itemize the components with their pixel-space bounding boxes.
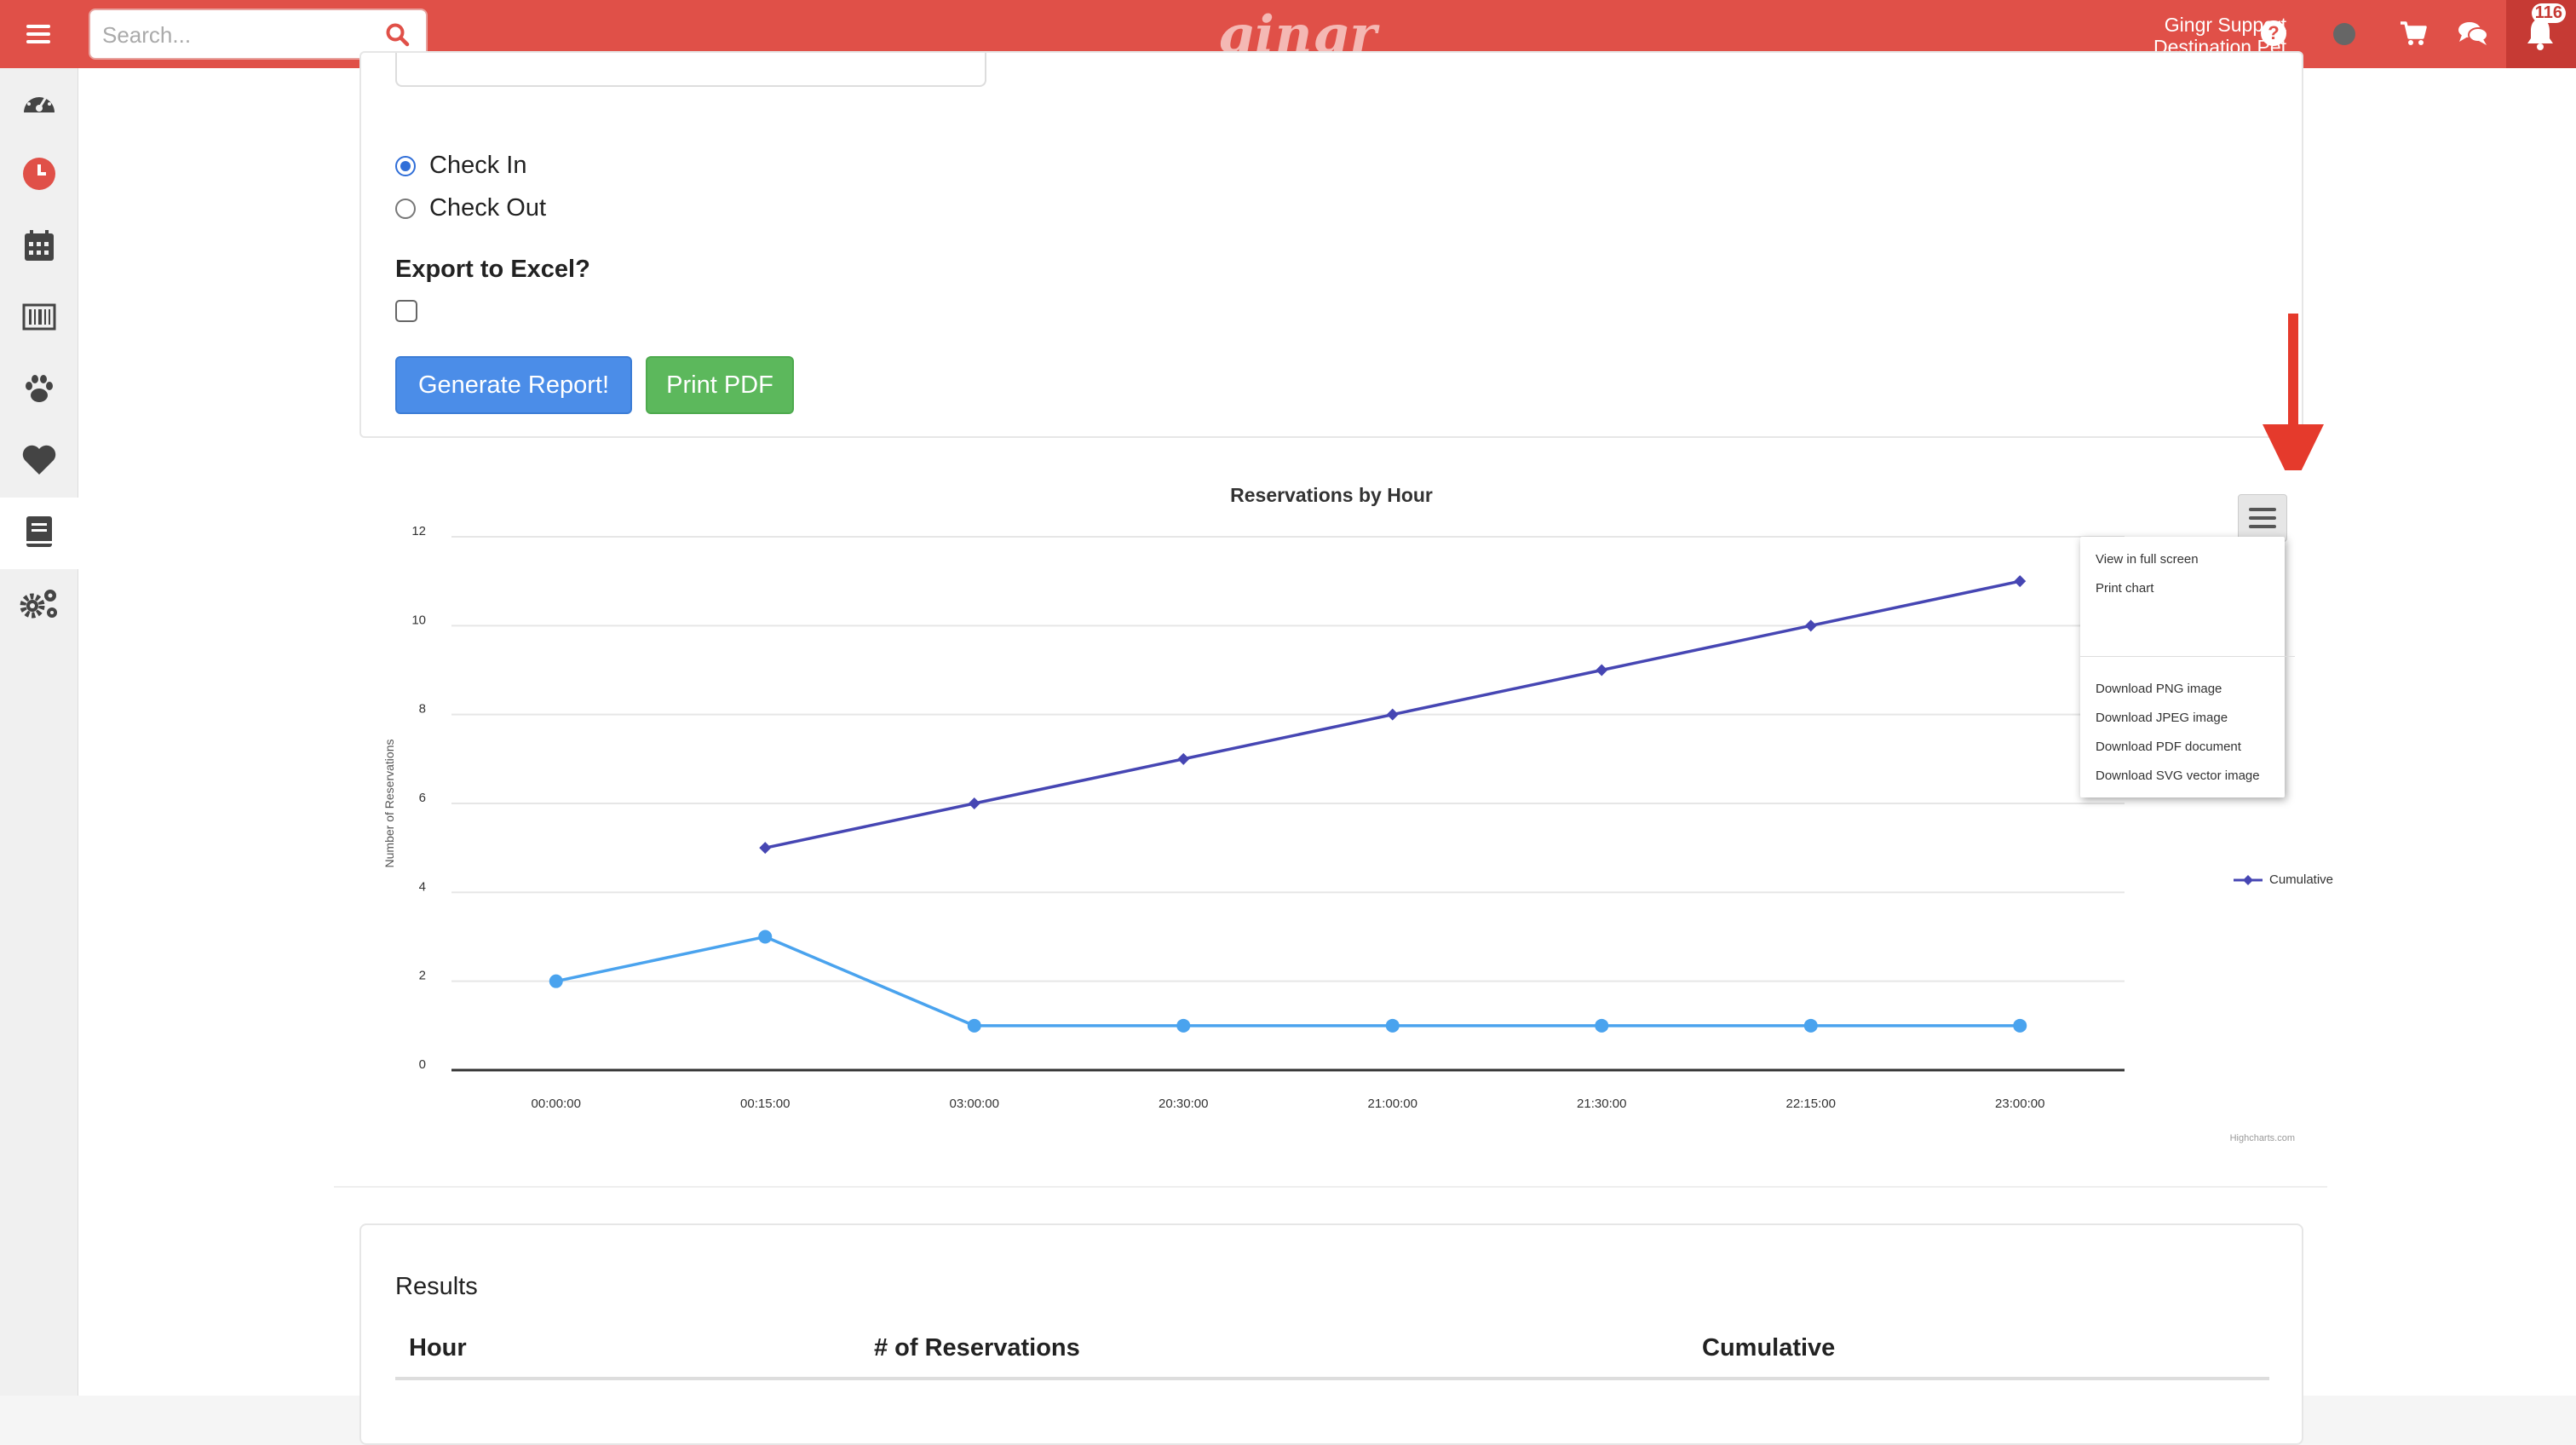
radio-check-out-label: Check Out [429,194,546,222]
sidebar-item-calendar[interactable] [0,211,78,283]
report-filter-card: Check In Check Out Export to Excel? Gene… [359,51,2303,438]
help-icon-button[interactable]: ? [2259,19,2288,52]
y-tick-label: 0 [419,1057,426,1072]
data-point-2 [1386,708,1399,721]
chat-icon[interactable] [2457,19,2489,52]
svg-text:?: ? [2268,22,2279,43]
sidebar-item-pets[interactable] [0,354,78,426]
chart-export-menu: View in full screen Print chart Download… [2080,537,2295,797]
results-card: Results Hour # of Reservations Cumulativ… [359,1223,2303,1445]
y-axis-label: Number of Reservations [382,740,396,868]
table-header-divider [395,1377,2269,1380]
y-tick-label: 6 [419,791,426,805]
column-header-hour[interactable]: Hour [409,1334,467,1362]
data-point-2 [759,842,772,855]
menu-item-download-png[interactable]: Download PNG image [2096,682,2222,696]
gears-icon [18,585,60,625]
data-point-1 [1176,1018,1191,1033]
export-excel-label: Export to Excel? [395,256,590,283]
sidebar-item-reports[interactable] [0,498,78,569]
data-point-1 [967,1018,981,1033]
export-excel-checkbox[interactable] [395,300,417,322]
menu-item-download-pdf[interactable]: Download PDF document [2096,740,2241,754]
hamburger-icon [26,25,50,43]
date-field[interactable] [395,53,986,87]
menu-item-full-screen[interactable]: View in full screen [2096,552,2199,567]
y-tick-label: 12 [411,524,426,538]
chart-legend: Cumulative [2234,872,2333,887]
section-divider [334,1186,2327,1188]
legend-diamond-icon [2234,874,2263,885]
y-tick-label: 10 [411,613,426,627]
data-point-2 [968,797,980,809]
x-tick-label: 03:00:00 [950,1097,999,1111]
x-tick-label: 20:30:00 [1159,1097,1208,1111]
radio-check-in-control[interactable] [395,155,416,176]
barcode-icon [22,303,56,335]
book-icon [24,515,55,553]
clock-icon [21,156,57,196]
chart-container: Reservations by Hour 0 2 4 6 8 10 12 00:00:00 00… [359,470,2333,1152]
x-tick-label: 00:00:00 [532,1097,581,1111]
sidebar-item-favorites[interactable] [0,426,78,498]
data-point-1 [758,930,773,944]
x-tick-label: 22:15:00 [1786,1097,1836,1111]
main-content: Check In Check Out Export to Excel? Gene… [78,51,2576,1445]
data-point-1 [2013,1018,2027,1033]
radio-check-out-control[interactable] [395,198,416,219]
notifications-button[interactable]: 116 [2506,0,2576,68]
line-chart: 0 2 4 6 8 10 12 00:00:00 00:15:00 03:00:00 20:30:0… [382,524,2125,1111]
y-tick-label: 2 [419,969,426,983]
data-point-2 [1596,664,1608,676]
sidebar-item-dashboard[interactable] [0,68,78,140]
sidebar-item-barcode[interactable] [0,283,78,354]
x-tick-label: 21:30:00 [1577,1097,1626,1111]
data-point-1 [1803,1018,1818,1033]
radio-check-in[interactable]: Check In [395,152,526,180]
data-point-2 [1177,752,1190,765]
legend-label: Cumulative [2269,872,2334,887]
results-title: Results [395,1273,478,1300]
x-tick-label: 00:15:00 [740,1097,790,1111]
legend-item-cumulative[interactable]: Cumulative [2234,872,2333,887]
sidebar [0,68,78,1396]
sidebar-item-timeclock[interactable] [0,140,78,211]
data-point-1 [549,974,563,988]
data-point-2 [1804,619,1817,632]
cart-icon[interactable] [2399,19,2428,52]
y-tick-label: 4 [419,879,426,894]
y-tick-label: 8 [419,702,426,717]
dashboard-gauge-icon [20,85,58,124]
menu-item-print-chart[interactable]: Print chart [2096,581,2153,596]
chart-context-menu-button[interactable] [2238,494,2287,542]
search-icon[interactable] [385,22,411,52]
print-pdf-button[interactable]: Print PDF [646,356,794,414]
data-point-1 [1385,1018,1400,1033]
hamburger-icon [2249,508,2276,528]
column-header-reservations[interactable]: # of Reservations [874,1334,1080,1362]
radio-check-out[interactable]: Check Out [395,194,546,222]
menu-item-download-svg[interactable]: Download SVG vector image [2096,769,2260,783]
menu-separator [2080,656,2295,657]
x-tick-label: 21:00:00 [1368,1097,1417,1111]
data-point-2 [2014,575,2027,588]
sidebar-item-settings[interactable] [0,569,78,641]
status-dot-icon[interactable] [2332,22,2356,50]
search-input[interactable] [102,17,375,53]
data-point-1 [1595,1018,1609,1033]
x-tick-label: 23:00:00 [1995,1097,2044,1111]
column-header-cumulative[interactable]: Cumulative [1702,1334,1835,1362]
paw-icon [22,371,56,410]
notification-badge: 116 [2531,3,2566,23]
menu-toggle-button[interactable] [0,0,77,68]
calendar-icon [23,228,55,267]
radio-check-in-label: Check In [429,152,527,179]
generate-report-button[interactable]: Generate Report! [395,356,632,414]
highcharts-credit[interactable]: Highcharts.com [2230,1133,2295,1143]
annotation-arrow-icon [2263,314,2324,487]
menu-item-download-jpeg[interactable]: Download JPEG image [2096,711,2228,725]
heart-icon [21,444,57,481]
